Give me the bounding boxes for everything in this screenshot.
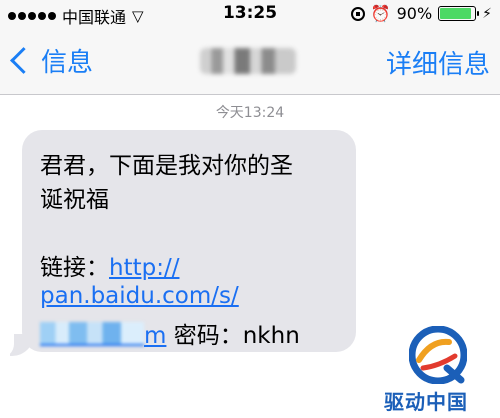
message-link-line: 链接：http://: [40, 248, 179, 282]
status-bar: 中国联通 ▽ 13:25 ⏰ 90% ⚡: [0, 0, 500, 28]
navigation-bar: 信息 详细信息: [0, 28, 500, 95]
back-button[interactable]: 信息: [8, 42, 93, 79]
message-link[interactable]: http://: [109, 255, 179, 281]
blurred-link-segment[interactable]: [40, 322, 144, 346]
battery-icon: [438, 6, 480, 21]
message-link[interactable]: m: [144, 323, 166, 349]
details-button[interactable]: 详细信息: [386, 44, 490, 81]
chevron-left-icon: [10, 47, 37, 74]
watermark-text: 驱动中国: [384, 390, 468, 414]
link-prefix: 链接：: [40, 255, 109, 281]
message-link-line: pan.baidu.com/s/: [40, 283, 239, 309]
battery-fill: [440, 8, 471, 19]
charging-bolt-icon: ⚡: [482, 5, 492, 22]
message-text-line: 诞祝福: [40, 187, 109, 213]
message-link[interactable]: pan.baidu.com/s/: [40, 283, 239, 309]
status-right: ⏰ 90% ⚡: [350, 4, 492, 23]
message-link-line: m 密码：nkhn: [40, 316, 300, 350]
alarm-icon: ⏰: [370, 4, 391, 23]
battery-percent: 90%: [396, 4, 433, 23]
contact-name-blurred: [200, 48, 296, 74]
watermark-logo: [409, 326, 467, 384]
message-text-line: 君君，下面是我对你的圣: [40, 153, 293, 179]
back-button-label: 信息: [41, 48, 94, 78]
message-timestamp: 今天13:24: [215, 105, 285, 121]
rotation-lock-icon: [350, 6, 365, 21]
password-text: 密码：nkhn: [166, 323, 300, 349]
